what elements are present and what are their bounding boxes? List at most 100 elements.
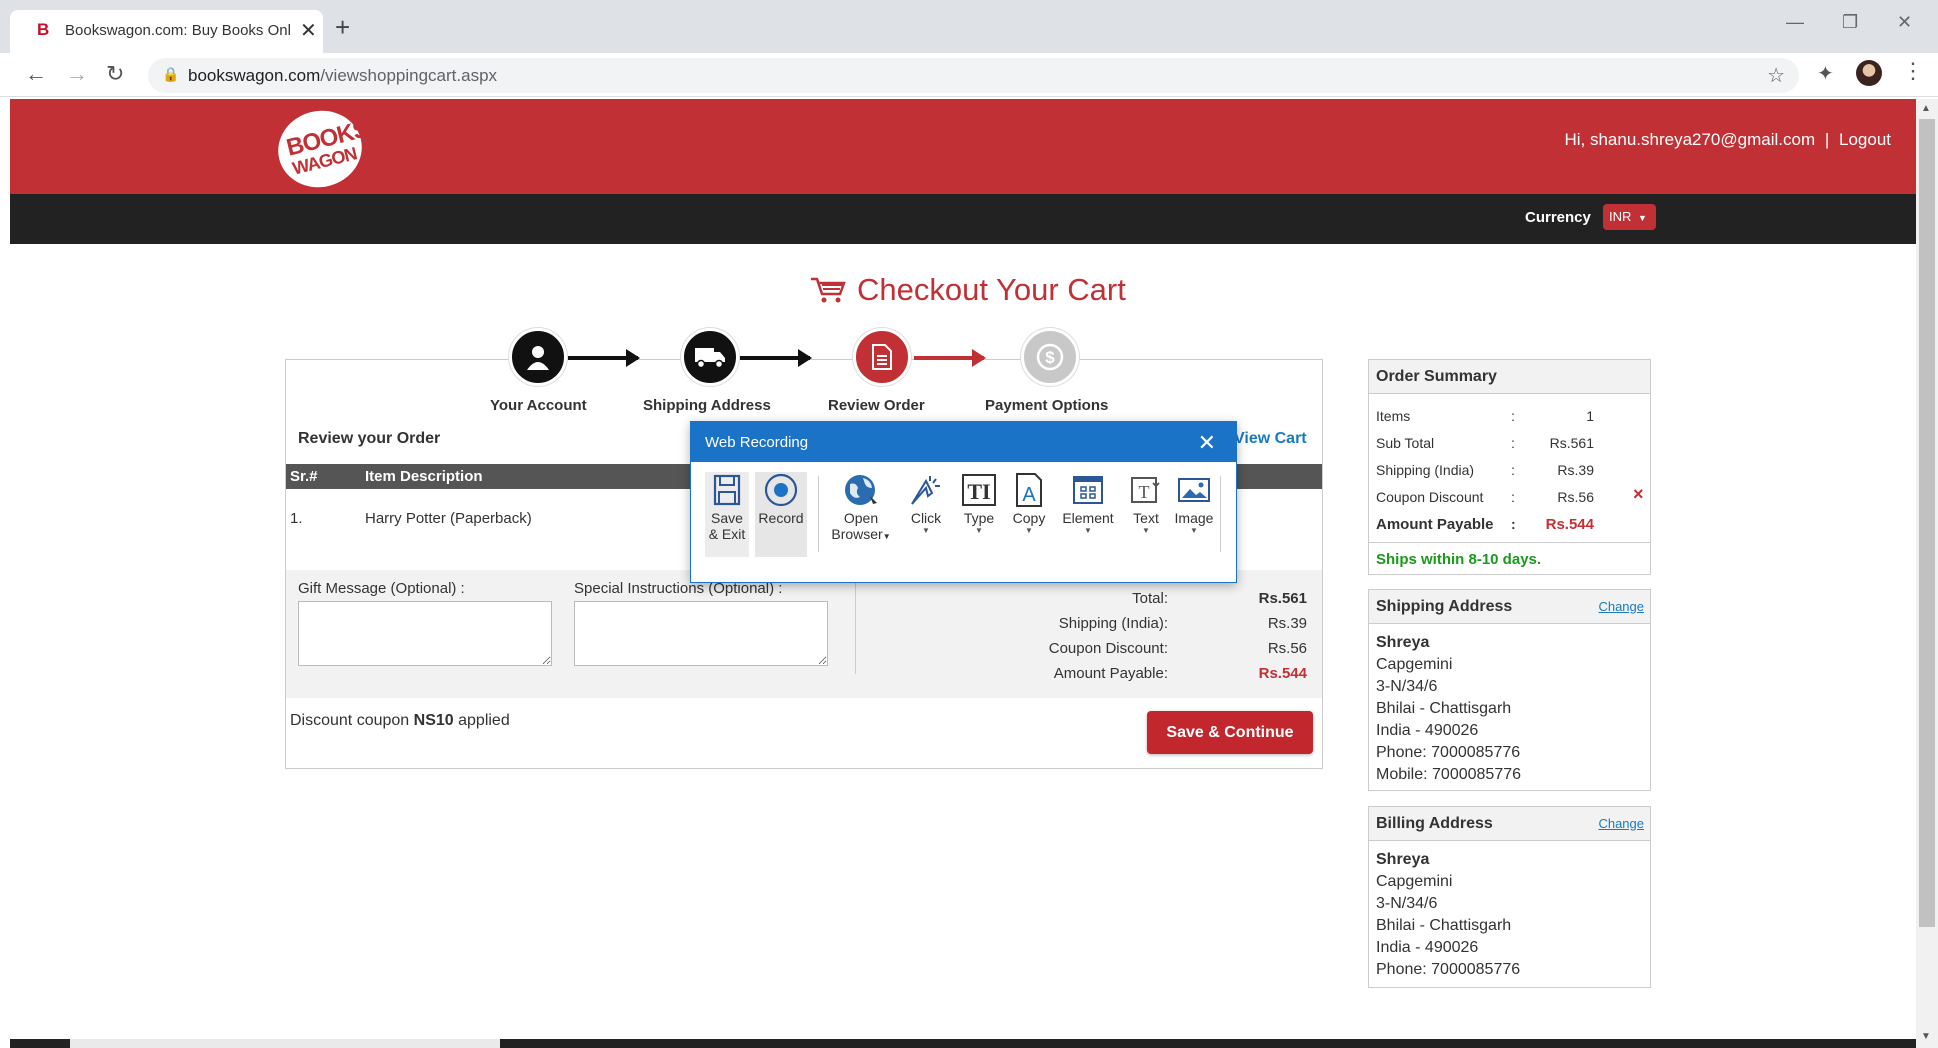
document-icon	[872, 344, 892, 370]
shipping-line: 3-N/34/6	[1376, 678, 1438, 695]
save-exit-button[interactable]: Save & Exit	[705, 472, 749, 557]
text-button[interactable]: T Text ▼	[1123, 472, 1169, 535]
dollar-coin-icon: $	[1036, 343, 1064, 371]
forward-icon[interactable]: →	[66, 61, 88, 87]
table-row-item: Harry Potter (Paperback)	[365, 510, 532, 527]
remove-coupon-icon[interactable]: ×	[1633, 484, 1644, 505]
record-button[interactable]: Record	[755, 472, 807, 557]
profile-avatar[interactable]	[1856, 60, 1882, 86]
billing-address-header: Billing Address Change	[1369, 807, 1650, 841]
special-instructions-input[interactable]	[574, 601, 828, 666]
chevron-down-icon: ▼	[1025, 526, 1033, 535]
close-icon[interactable]: ✕	[1198, 430, 1216, 456]
coupon-applied-note: Discount coupon NS10 applied	[290, 712, 510, 730]
record-label: Record	[758, 510, 804, 526]
element-button[interactable]: Element ▼	[1058, 472, 1118, 535]
new-tab-icon[interactable]: +	[335, 12, 350, 43]
svg-text:TI: TI	[967, 479, 990, 504]
scrollbar-thumb[interactable]	[1919, 119, 1935, 927]
browser-tab[interactable]: B Bookswagon.com: Buy Books Online ✕	[10, 10, 323, 53]
open-browser-line1: Open	[843, 510, 879, 526]
currency-select[interactable]: INR ▼	[1603, 204, 1656, 230]
chevron-down-icon: ▼	[882, 532, 891, 541]
image-label: Image	[1174, 510, 1214, 526]
click-button[interactable]: Click ▼	[903, 472, 949, 535]
svg-text:T: T	[1139, 482, 1150, 502]
arrow-right-icon	[798, 349, 812, 367]
vertical-scrollbar[interactable]: ▲ ▼	[1916, 99, 1938, 1048]
currency-value: INR	[1609, 209, 1632, 224]
arrow-right-icon	[972, 349, 986, 367]
shipping-address-panel: Shipping Address Change Shreya Capgemini…	[1368, 589, 1651, 791]
save-exit-line2: & Exit	[708, 526, 746, 542]
tab-strip: B Bookswagon.com: Buy Books Online ✕ + —…	[0, 0, 1938, 53]
step-review-order	[853, 328, 911, 386]
order-summary-panel: Order Summary Items : 1 Sub Total : Rs.5…	[1368, 359, 1651, 575]
bookswagon-logo[interactable]: BOOKS WAGON	[270, 101, 371, 197]
save-exit-line1: Save	[711, 510, 743, 526]
reload-icon[interactable]: ↻	[106, 61, 124, 87]
scroll-up-icon[interactable]: ▲	[1921, 103, 1931, 114]
summary-payable-value: Rs.544	[1545, 516, 1594, 533]
step-label-your-account: Your Account	[490, 397, 587, 414]
summary-subtotal-label: Sub Total	[1376, 435, 1435, 451]
extensions-icon[interactable]: ✦	[1817, 61, 1834, 86]
toolbar-separator	[818, 476, 819, 552]
open-browser-button[interactable]: Open Browser▼	[831, 472, 891, 542]
coupon-discount-value: Rs.56	[1267, 640, 1307, 657]
billing-address-title: Billing Address	[1376, 815, 1493, 832]
url-text[interactable]: bookswagon.com/viewshoppingcart.aspx	[188, 66, 497, 86]
omnibox[interactable]: 🔒 bookswagon.com/viewshoppingcart.aspx ☆	[148, 58, 1799, 93]
back-icon[interactable]: ←	[25, 61, 47, 87]
web-recording-titlebar[interactable]: Web Recording ✕	[691, 422, 1236, 462]
svg-text:A: A	[1022, 484, 1036, 506]
element-label: Element	[1062, 510, 1114, 526]
minimize-icon[interactable]: —	[1786, 12, 1804, 33]
col-item-description: Item Description	[365, 468, 483, 485]
taskbar-segment	[70, 1039, 500, 1048]
open-browser-line2: Browser	[831, 526, 883, 542]
step-shipping-address	[681, 328, 739, 386]
view-cart-link[interactable]: View Cart	[1234, 430, 1307, 448]
browser-menu-icon[interactable]: ⋮	[1902, 58, 1924, 84]
restore-icon[interactable]: ❐	[1842, 12, 1858, 33]
shipping-line: Bhilai - Chattisgarh	[1376, 700, 1512, 717]
summary-colon: :	[1511, 489, 1515, 505]
save-continue-button[interactable]: Save & Continue	[1147, 711, 1313, 754]
summary-items-value: 1	[1586, 408, 1594, 424]
toolbar-separator	[1220, 476, 1221, 552]
shipping-change-link[interactable]: Change	[1598, 599, 1644, 614]
summary-shipping-value: Rs.39	[1557, 462, 1594, 478]
shipping-mobile: Mobile: 7000085776	[1376, 766, 1522, 783]
order-summary-header: Order Summary	[1369, 360, 1650, 394]
chevron-down-icon: ▼	[975, 526, 983, 535]
currency-bar: Currency INR ▼	[10, 194, 1916, 244]
window-close-icon[interactable]: ✕	[1897, 12, 1912, 33]
type-button[interactable]: TI Type ▼	[956, 472, 1002, 535]
lock-icon: 🔒	[162, 66, 180, 82]
address-bar: ← → ↻ 🔒 bookswagon.com/viewshoppingcart.…	[0, 53, 1938, 97]
scroll-down-icon[interactable]: ▼	[1921, 1031, 1931, 1042]
billing-change-link[interactable]: Change	[1598, 816, 1644, 831]
tab-close-icon[interactable]: ✕	[300, 18, 317, 43]
step-payment-options: $	[1021, 328, 1079, 386]
taskbar-strip	[10, 1039, 1916, 1048]
tab-title: Bookswagon.com: Buy Books Online	[65, 22, 290, 39]
logout-link[interactable]: Logout	[1839, 130, 1891, 149]
summary-coupon-value: Rs.56	[1557, 489, 1594, 505]
copy-button[interactable]: A Copy ▼	[1006, 472, 1052, 535]
site-header: BOOKS WAGON Hi, shanu.shreya270@gmail.co…	[10, 99, 1916, 197]
page-title: Checkout Your Cart	[857, 272, 1126, 308]
billing-name: Shreya	[1376, 851, 1430, 868]
bookmark-star-icon[interactable]: ☆	[1767, 63, 1785, 88]
review-order-heading: Review your Order	[298, 430, 441, 447]
shipping-name: Shreya	[1376, 634, 1430, 651]
coupon-discount-label: Coupon Discount:	[1048, 640, 1168, 657]
gift-message-input[interactable]	[298, 601, 552, 666]
coupon-prefix: Discount coupon	[290, 712, 410, 729]
image-button[interactable]: Image ▼	[1169, 472, 1219, 535]
total-label: Total:	[1132, 590, 1168, 607]
billing-address-panel: Billing Address Change Shreya Capgemini …	[1368, 806, 1651, 988]
summary-colon: :	[1511, 516, 1516, 532]
billing-line: Bhilai - Chattisgarh	[1376, 917, 1512, 934]
